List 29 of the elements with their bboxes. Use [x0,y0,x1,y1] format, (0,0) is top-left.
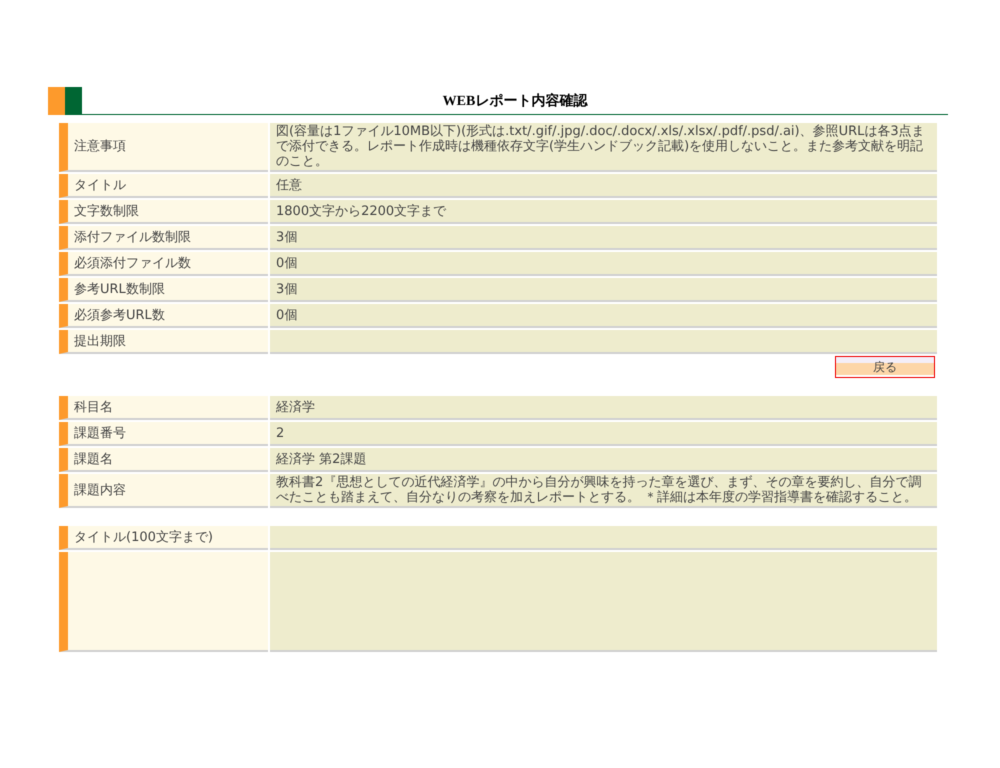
row-value: 3個 [270,278,937,302]
row-label: 注意事項 [59,123,268,172]
row-label: 課題名 [59,448,268,472]
row-label: 課題番号 [59,422,268,446]
row-label: 必須参考URL数 [59,304,268,328]
back-button[interactable]: 戻る [835,356,935,378]
row-label: 参考URL数制限 [59,278,268,302]
row-label: 科目名 [59,396,268,420]
text-area[interactable] [270,552,937,652]
row-label: 必須添付ファイル数 [59,252,268,276]
page-title: WEBレポート内容確認 [442,92,588,110]
row-label: 提出期限 [59,330,268,354]
row-value: 経済学 第2課題 [270,448,937,472]
row-label: 添付ファイル数制限 [59,226,268,250]
row-value: 3個 [270,226,937,250]
row-value: 任意 [270,174,937,198]
row-value: 経済学 [270,396,937,420]
row-label: 文字数制限 [59,200,268,224]
row-value: 0個 [270,304,937,328]
header-square-icon [48,87,65,115]
row-value: 教科書2『思想としての近代経済学』の中から自分が興味を持った章を選び、まず、その章を要約し、自分で調べたことも踏まえて、自分なりの考察を加えレポートとする。 ＊詳細は本年度の学習指導書を確認すること。 [270,474,937,508]
row-label: タイトル [59,174,268,198]
row-value: 2 [270,422,937,446]
row-value: 1800文字から2200文字まで [270,200,937,224]
row-label: タイトル(100文字まで) [59,526,268,550]
row-label: 課題内容 [59,474,268,508]
row-value: 0個 [270,252,937,276]
input-field[interactable] [270,526,937,550]
row-value: 図(容量は1ファイル10MB以下)(形式は.txt/.gif/.jpg/.doc/.docx/.xls/.xlsx/.pdf/.psd/.ai)、参照URLは各3点まで添付できる。レポート作成時は機種依存文字(学生ハンドブック記載)を使用しないこと。また参考文献を明記のこと。 [270,123,937,172]
